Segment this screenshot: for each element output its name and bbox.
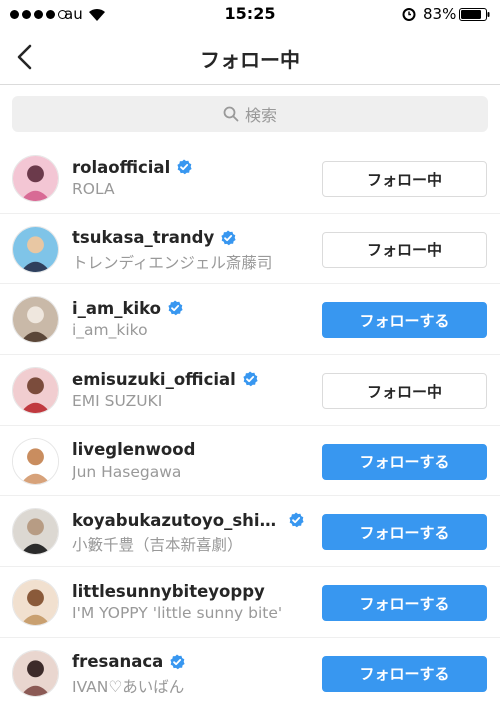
- following-button[interactable]: フォロー中: [322, 373, 487, 410]
- battery-percent: 83%: [423, 5, 457, 23]
- user-info: littlesunnybiteyoppy I'M YOPPY 'little s…: [72, 580, 310, 623]
- page-title: フォロー中: [200, 48, 300, 72]
- verified-badge-icon: [168, 300, 183, 316]
- list-item-2[interactable]: tsukasa_trandy トレンディエンジェル斎藤司 フォロー中: [0, 214, 500, 285]
- full-name: トレンディエンジェル斎藤司: [72, 253, 273, 272]
- following-button[interactable]: フォロー中: [322, 161, 487, 197]
- avatar[interactable]: [12, 155, 59, 202]
- user-info: i_am_kiko i_am_kiko: [72, 297, 310, 339]
- user-info: tsukasa_trandy トレンディエンジェル斎藤司: [72, 227, 310, 273]
- list-item-4[interactable]: emisuzuki_official EMI SUZUKI フォロー中: [0, 355, 500, 426]
- verified-badge-icon: [170, 654, 185, 670]
- avatar-photo: [13, 509, 58, 555]
- user-info: emisuzuki_official EMI SUZUKI: [72, 368, 310, 410]
- avatar[interactable]: [12, 225, 59, 273]
- list-item-7[interactable]: littlesunnybiteyoppy I'M YOPPY 'little s…: [0, 567, 500, 638]
- nav-header: フォロー中: [0, 30, 500, 85]
- avatar-photo: [13, 156, 58, 201]
- verified-badge-icon: [177, 159, 192, 175]
- list-item-6[interactable]: koyabukazutoyo_shin... 小籔千豊（吉本新喜劇） フォローす…: [0, 496, 500, 568]
- full-name: i_am_kiko: [72, 321, 148, 340]
- avatar[interactable]: [12, 437, 59, 485]
- search-icon: [223, 106, 239, 122]
- user-info: liveglenwood Jun Hasegawa: [72, 439, 310, 481]
- avatar-photo: [13, 438, 58, 484]
- avatar[interactable]: [12, 296, 59, 344]
- search-input[interactable]: 検索: [12, 96, 488, 132]
- follow-button[interactable]: フォローする: [322, 302, 487, 339]
- full-name: ROLA: [72, 180, 115, 198]
- list-item-8[interactable]: fresanaca IVAN♡あいばん フォローする: [0, 638, 500, 701]
- user-info: rolaofficial ROLA: [72, 156, 310, 198]
- user-info: koyabukazutoyo_shin... 小籔千豊（吉本新喜劇）: [72, 509, 310, 555]
- status-bar: au 15:25 83%: [0, 0, 500, 30]
- battery-icon: [459, 8, 490, 21]
- avatar[interactable]: [12, 649, 59, 697]
- full-name: I'M YOPPY 'little sunny bite': [72, 604, 283, 623]
- follow-button[interactable]: フォローする: [322, 655, 487, 692]
- avatar-photo: [13, 368, 58, 414]
- list-item-1[interactable]: rolaofficial ROLA フォロー中: [0, 143, 500, 214]
- username[interactable]: fresanaca: [72, 652, 163, 671]
- avatar[interactable]: [12, 579, 59, 627]
- username[interactable]: rolaofficial: [72, 158, 170, 177]
- avatar-photo: [13, 226, 58, 272]
- avatar[interactable]: [12, 508, 59, 556]
- following-button[interactable]: フォロー中: [322, 231, 487, 268]
- full-name: IVAN♡あいばん: [72, 677, 185, 696]
- follow-button[interactable]: フォローする: [322, 585, 487, 622]
- avatar-photo: [13, 580, 58, 626]
- username[interactable]: koyabukazutoyo_shin...: [72, 511, 282, 530]
- alarm-icon: [402, 8, 416, 21]
- list-item-3[interactable]: i_am_kiko i_am_kiko フォローする: [0, 284, 500, 356]
- avatar[interactable]: [12, 367, 59, 415]
- follow-button[interactable]: フォローする: [322, 443, 487, 480]
- full-name: 小籔千豊（吉本新喜劇）: [72, 536, 243, 555]
- follow-button[interactable]: フォローする: [322, 514, 487, 551]
- avatar-photo: [13, 650, 58, 696]
- username[interactable]: tsukasa_trandy: [72, 228, 214, 247]
- username[interactable]: i_am_kiko: [72, 299, 161, 318]
- verified-badge-icon: [221, 230, 236, 245]
- following-list: rolaofficial ROLA フォロー中 tsukasa_trandy ト…: [0, 143, 500, 701]
- username[interactable]: littlesunnybiteyoppy: [72, 582, 265, 601]
- username[interactable]: emisuzuki_official: [72, 370, 236, 389]
- avatar-photo: [13, 297, 58, 343]
- full-name: EMI SUZUKI: [72, 392, 163, 411]
- username[interactable]: liveglenwood: [72, 440, 195, 459]
- verified-badge-icon: [243, 371, 258, 387]
- search-placeholder: 検索: [244, 106, 277, 125]
- list-item-5[interactable]: liveglenwood Jun Hasegawa フォローする: [0, 426, 500, 497]
- verified-badge-icon: [289, 512, 304, 528]
- user-info: fresanaca IVAN♡あいばん: [72, 651, 310, 697]
- full-name: Jun Hasegawa: [72, 462, 182, 481]
